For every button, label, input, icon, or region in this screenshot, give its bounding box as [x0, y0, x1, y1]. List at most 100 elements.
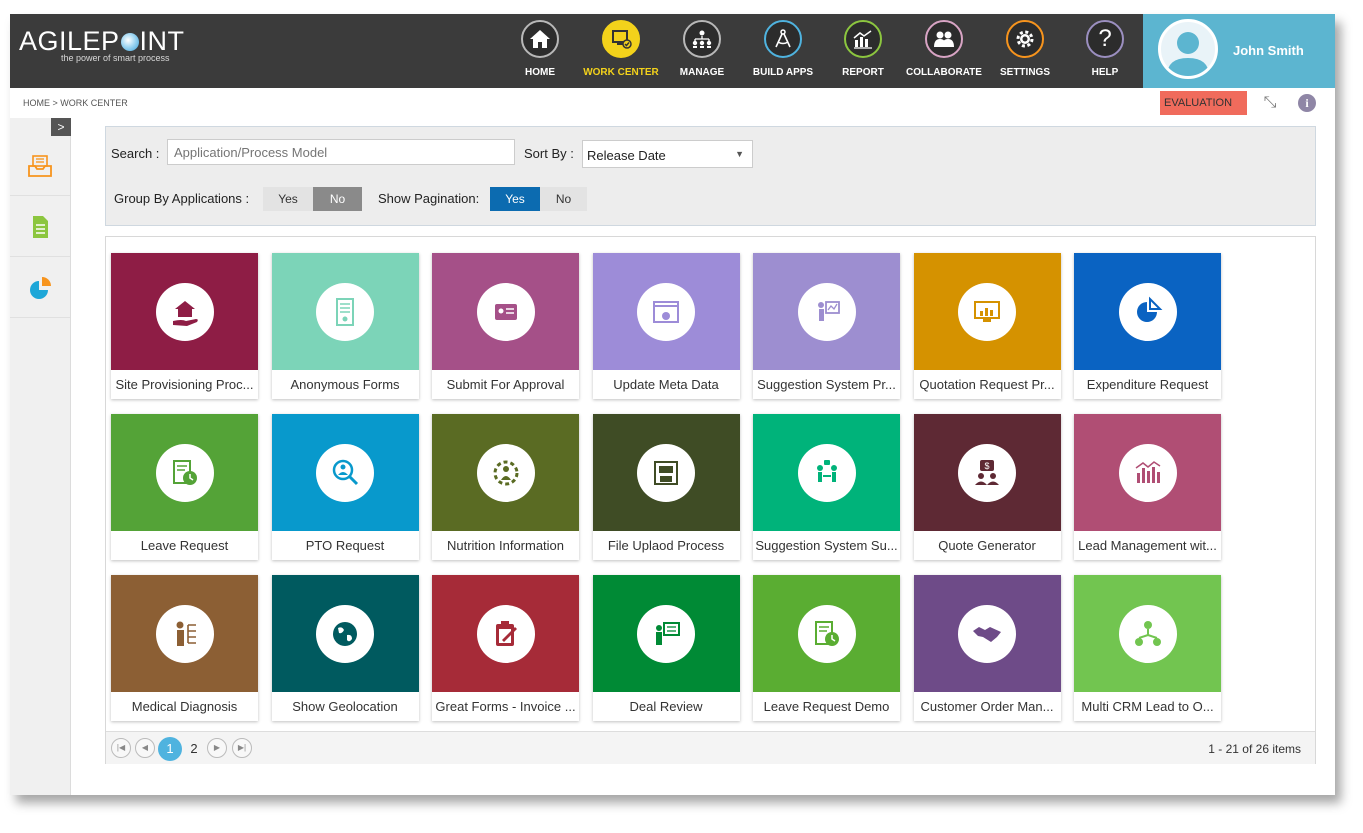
page-2-button[interactable]: 2: [182, 737, 206, 761]
app-tile[interactable]: Expenditure Request: [1074, 253, 1221, 399]
top-navigation-bar: AGILEP INT the power of smart process HOM…: [10, 14, 1335, 88]
sort-by-value: Release Date: [587, 148, 666, 163]
sidebar-item-documents[interactable]: [10, 197, 70, 257]
nav-collaborate[interactable]: COLLABORATE: [904, 20, 984, 78]
app-tile-label: Update Meta Data: [613, 377, 719, 392]
sidebar-expand-icon[interactable]: >: [51, 118, 71, 136]
group-by-toggle: Yes No: [263, 187, 362, 211]
app-tile-banner: [1074, 414, 1221, 531]
svg-text:$: $: [984, 461, 989, 471]
bar-trend-icon: [1118, 443, 1177, 502]
page-1-button[interactable]: 1: [158, 737, 182, 761]
logo-tagline: the power of smart process: [61, 53, 170, 63]
app-tile-label: Suggestion System Pr...: [757, 377, 896, 392]
nav-help-label: HELP: [1091, 67, 1119, 78]
app-tile-banner: [753, 575, 900, 692]
app-tile-banner: [913, 253, 1061, 370]
app-tile-label: Nutrition Information: [446, 538, 565, 553]
app-tile[interactable]: Site Provisioning Proc...: [111, 253, 258, 399]
app-tile-label: PTO Request: [305, 538, 385, 553]
app-tile[interactable]: File Uplaod Process: [592, 414, 740, 560]
app-tile[interactable]: Suggestion System Pr...: [753, 253, 900, 399]
app-tile[interactable]: Leave Request Demo: [753, 575, 900, 721]
nav-report[interactable]: REPORT: [823, 20, 903, 78]
logo-text-right: INT: [139, 26, 185, 56]
breadcrumb: HOME > WORK CENTER: [23, 98, 128, 108]
next-page-icon[interactable]: ▶: [207, 738, 227, 758]
app-tile[interactable]: Show Geolocation: [271, 575, 419, 721]
app-tile-label: Quotation Request Pr...: [919, 377, 1055, 392]
app-tile-label: Site Provisioning Proc...: [115, 377, 254, 392]
app-tile[interactable]: Update Meta Data: [592, 253, 740, 399]
app-tile[interactable]: Multi CRM Lead to O...: [1074, 575, 1221, 721]
globe-icon: [316, 604, 374, 663]
first-page-icon[interactable]: |◀: [111, 738, 131, 758]
app-tile[interactable]: Leave Request: [111, 414, 258, 560]
app-tile-label: Deal Review: [629, 699, 703, 714]
app-tile-banner: [111, 253, 258, 370]
home-hand-icon: [155, 282, 214, 341]
group-by-no-button[interactable]: No: [313, 187, 362, 211]
avatar[interactable]: [1158, 19, 1218, 79]
sidebar-item-reports[interactable]: [10, 258, 70, 318]
nav-build-apps[interactable]: BUILD APPS: [743, 20, 823, 78]
nav-manage[interactable]: MANAGE: [662, 20, 742, 78]
app-tile-banner: [1074, 575, 1221, 692]
inbox-icon: [28, 154, 52, 177]
app-tile-banner: [271, 253, 419, 370]
app-tile[interactable]: Lead Management wit...: [1074, 414, 1221, 560]
app-tile-label: Leave Request: [140, 538, 229, 553]
app-tile[interactable]: $ Quote Generator: [913, 414, 1061, 560]
search-input[interactable]: [167, 139, 515, 165]
group-by-yes-button[interactable]: Yes: [263, 187, 313, 211]
handshake-icon: [958, 604, 1016, 663]
app-tile-label: Medical Diagnosis: [131, 699, 238, 714]
app-tile[interactable]: Medical Diagnosis: [111, 575, 258, 721]
app-tile[interactable]: Anonymous Forms: [271, 253, 419, 399]
app-grid: Site Provisioning Proc... Anonymous Forms…: [105, 236, 1316, 764]
nav-settings[interactable]: SETTINGS: [985, 20, 1065, 78]
app-tile-banner: [592, 575, 740, 692]
collaborate-icon: [925, 20, 963, 58]
nav-home[interactable]: HOME: [500, 20, 580, 78]
nav-report-label: REPORT: [842, 67, 884, 78]
presenter-board-icon: [637, 604, 695, 663]
info-icon[interactable]: i: [1298, 94, 1316, 112]
pagination-yes-button[interactable]: Yes: [490, 187, 540, 211]
agilepoint-logo[interactable]: AGILEP INT the power of smart process: [19, 26, 185, 63]
monitor-chart-icon: [958, 282, 1016, 341]
sort-by-select[interactable]: Release Date ▼: [582, 140, 753, 168]
prev-page-icon[interactable]: ◀: [135, 738, 155, 758]
help-icon: ?: [1086, 20, 1124, 58]
app-tile-label: Expenditure Request: [1086, 377, 1209, 392]
nav-work-center-label: WORK CENTER: [583, 67, 659, 78]
nav-help[interactable]: ? HELP: [1065, 20, 1145, 78]
search-label: Search :: [111, 146, 160, 161]
app-tile[interactable]: Suggestion System Su...: [753, 414, 900, 560]
logo-dot-icon: [120, 33, 139, 51]
fullscreen-icon[interactable]: ⤡: [1261, 94, 1279, 112]
app-tile-banner: [111, 575, 258, 692]
dollar-people-icon: $: [958, 443, 1016, 502]
app-tile[interactable]: Great Forms - Invoice ...: [432, 575, 579, 721]
last-page-icon[interactable]: ▶|: [232, 738, 252, 758]
app-tile-label: Show Geolocation: [292, 699, 398, 714]
pagination-bar: |◀ ◀ 1 2 ▶ ▶| 1 - 21 of 26 items: [106, 731, 1315, 764]
nav-home-label: HOME: [525, 67, 555, 78]
meeting-icon: [797, 443, 856, 502]
user-panel[interactable]: John Smith: [1143, 14, 1335, 88]
app-tile[interactable]: Nutrition Information: [432, 414, 579, 560]
app-tile-label: Great Forms - Invoice ...: [435, 699, 576, 714]
sidebar-item-inbox[interactable]: [10, 136, 70, 196]
form-icon: [316, 282, 374, 341]
app-tile-banner: [913, 575, 1061, 692]
pagination-no-button[interactable]: No: [540, 187, 587, 211]
app-tile[interactable]: Customer Order Man...: [913, 575, 1061, 721]
nav-work-center[interactable]: WORK CENTER: [581, 20, 661, 78]
app-tile[interactable]: Deal Review: [592, 575, 740, 721]
document-clock-icon: [797, 604, 856, 663]
magnifier-person-icon: [316, 443, 374, 502]
app-tile[interactable]: PTO Request: [271, 414, 419, 560]
app-tile[interactable]: Submit For Approval: [432, 253, 579, 399]
app-tile[interactable]: Quotation Request Pr...: [913, 253, 1061, 399]
